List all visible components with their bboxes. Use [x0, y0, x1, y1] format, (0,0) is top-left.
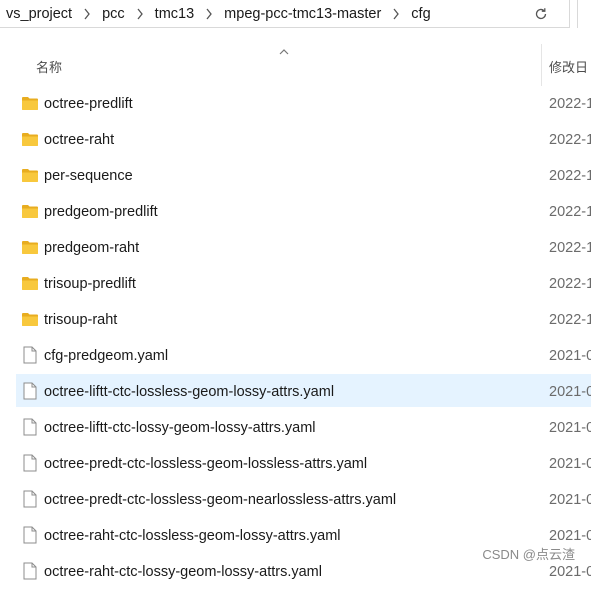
sort-ascending-icon	[279, 42, 289, 60]
breadcrumb-item[interactable]: cfg	[407, 6, 434, 22]
item-modified-date: 2021-0	[549, 420, 591, 436]
folder-icon	[21, 167, 39, 185]
item-modified-date: 2022-1	[549, 204, 591, 220]
item-name: octree-liftt-ctc-lossy-geom-lossy-attrs.…	[44, 420, 316, 436]
folder-icon	[21, 275, 39, 293]
file-icon	[23, 490, 37, 508]
file-row[interactable]: octree-predt-ctc-lossless-geom-lossless-…	[0, 446, 591, 482]
item-name: octree-predt-ctc-lossless-geom-nearlossl…	[44, 492, 397, 508]
folder-row[interactable]: octree-raht 2022-1	[0, 122, 591, 158]
item-modified-date: 2021-0	[549, 528, 591, 544]
chevron-right-icon[interactable]	[198, 8, 220, 20]
item-modified-date: 2021-0	[549, 348, 591, 364]
file-row[interactable]: octree-predt-ctc-lossless-geom-nearlossl…	[0, 482, 591, 518]
folder-icon	[21, 203, 39, 221]
item-name: trisoup-predlift	[44, 276, 136, 292]
breadcrumb-item[interactable]: pcc	[98, 6, 129, 22]
item-modified-date: 2021-0	[549, 564, 591, 580]
breadcrumb-item[interactable]: mpeg-pcc-tmc13-master	[220, 6, 385, 22]
file-icon	[23, 562, 37, 580]
folder-row[interactable]: trisoup-predlift 2022-1	[0, 266, 591, 302]
item-name: octree-raht-ctc-lossy-geom-lossy-attrs.y…	[44, 564, 322, 580]
breadcrumb-item[interactable]: vs_project	[0, 6, 76, 22]
item-name: octree-liftt-ctc-lossless-geom-lossy-att…	[44, 384, 335, 400]
folder-row[interactable]: predgeom-raht 2022-1	[0, 230, 591, 266]
column-header-date[interactable]: 修改日	[549, 57, 588, 76]
item-name: cfg-predgeom.yaml	[44, 348, 169, 364]
item-modified-date: 2022-1	[549, 240, 591, 256]
file-row[interactable]: cfg-predgeom.yaml 2021-0	[0, 338, 591, 374]
watermark: CSDN @点云渣	[482, 544, 575, 563]
item-modified-date: 2021-0	[549, 456, 591, 472]
folder-row[interactable]: trisoup-raht 2022-1	[0, 302, 591, 338]
folder-row[interactable]: per-sequence 2022-1	[0, 158, 591, 194]
chevron-right-icon[interactable]	[76, 8, 98, 20]
column-divider[interactable]	[541, 44, 542, 86]
column-header-name[interactable]: 名称	[36, 57, 62, 76]
file-icon	[23, 526, 37, 544]
item-modified-date: 2021-0	[549, 384, 591, 400]
item-name: per-sequence	[44, 168, 133, 184]
chevron-right-icon[interactable]	[129, 8, 151, 20]
item-name: octree-raht	[44, 132, 115, 148]
file-row[interactable]: octree-liftt-ctc-lossy-geom-lossy-attrs.…	[0, 410, 591, 446]
item-name: predgeom-predlift	[44, 204, 158, 220]
item-modified-date: 2022-1	[549, 168, 591, 184]
folder-icon	[21, 95, 39, 113]
address-bar[interactable]: vs_project pcc tmc13 mpeg-pcc-tmc13-mast…	[0, 0, 570, 28]
item-name: octree-predlift	[44, 96, 133, 112]
file-list: octree-predlift 2022-1 octree-raht 2022-1 pe…	[0, 86, 591, 590]
search-box[interactable]	[577, 0, 591, 28]
item-modified-date: 2022-1	[549, 132, 591, 148]
folder-icon	[21, 239, 39, 257]
folder-icon	[21, 311, 39, 329]
file-row[interactable]: octree-liftt-ctc-lossless-geom-lossy-att…	[0, 374, 591, 410]
refresh-icon[interactable]	[531, 4, 551, 24]
folder-row[interactable]: octree-predlift 2022-1	[0, 86, 591, 122]
item-name: octree-raht-ctc-lossless-geom-lossy-attr…	[44, 528, 341, 544]
file-icon	[23, 382, 37, 400]
folder-row[interactable]: predgeom-predlift 2022-1	[0, 194, 591, 230]
item-name: octree-predt-ctc-lossless-geom-lossless-…	[44, 456, 368, 472]
item-name: predgeom-raht	[44, 240, 140, 256]
breadcrumb-item[interactable]: tmc13	[151, 6, 199, 22]
file-icon	[23, 454, 37, 472]
file-icon	[23, 418, 37, 436]
item-modified-date: 2022-1	[549, 312, 591, 328]
item-name: trisoup-raht	[44, 312, 118, 328]
item-modified-date: 2022-1	[549, 276, 591, 292]
chevron-right-icon[interactable]	[385, 8, 407, 20]
item-modified-date: 2022-1	[549, 96, 591, 112]
folder-icon	[21, 131, 39, 149]
file-icon	[23, 346, 37, 364]
item-modified-date: 2021-0	[549, 492, 591, 508]
